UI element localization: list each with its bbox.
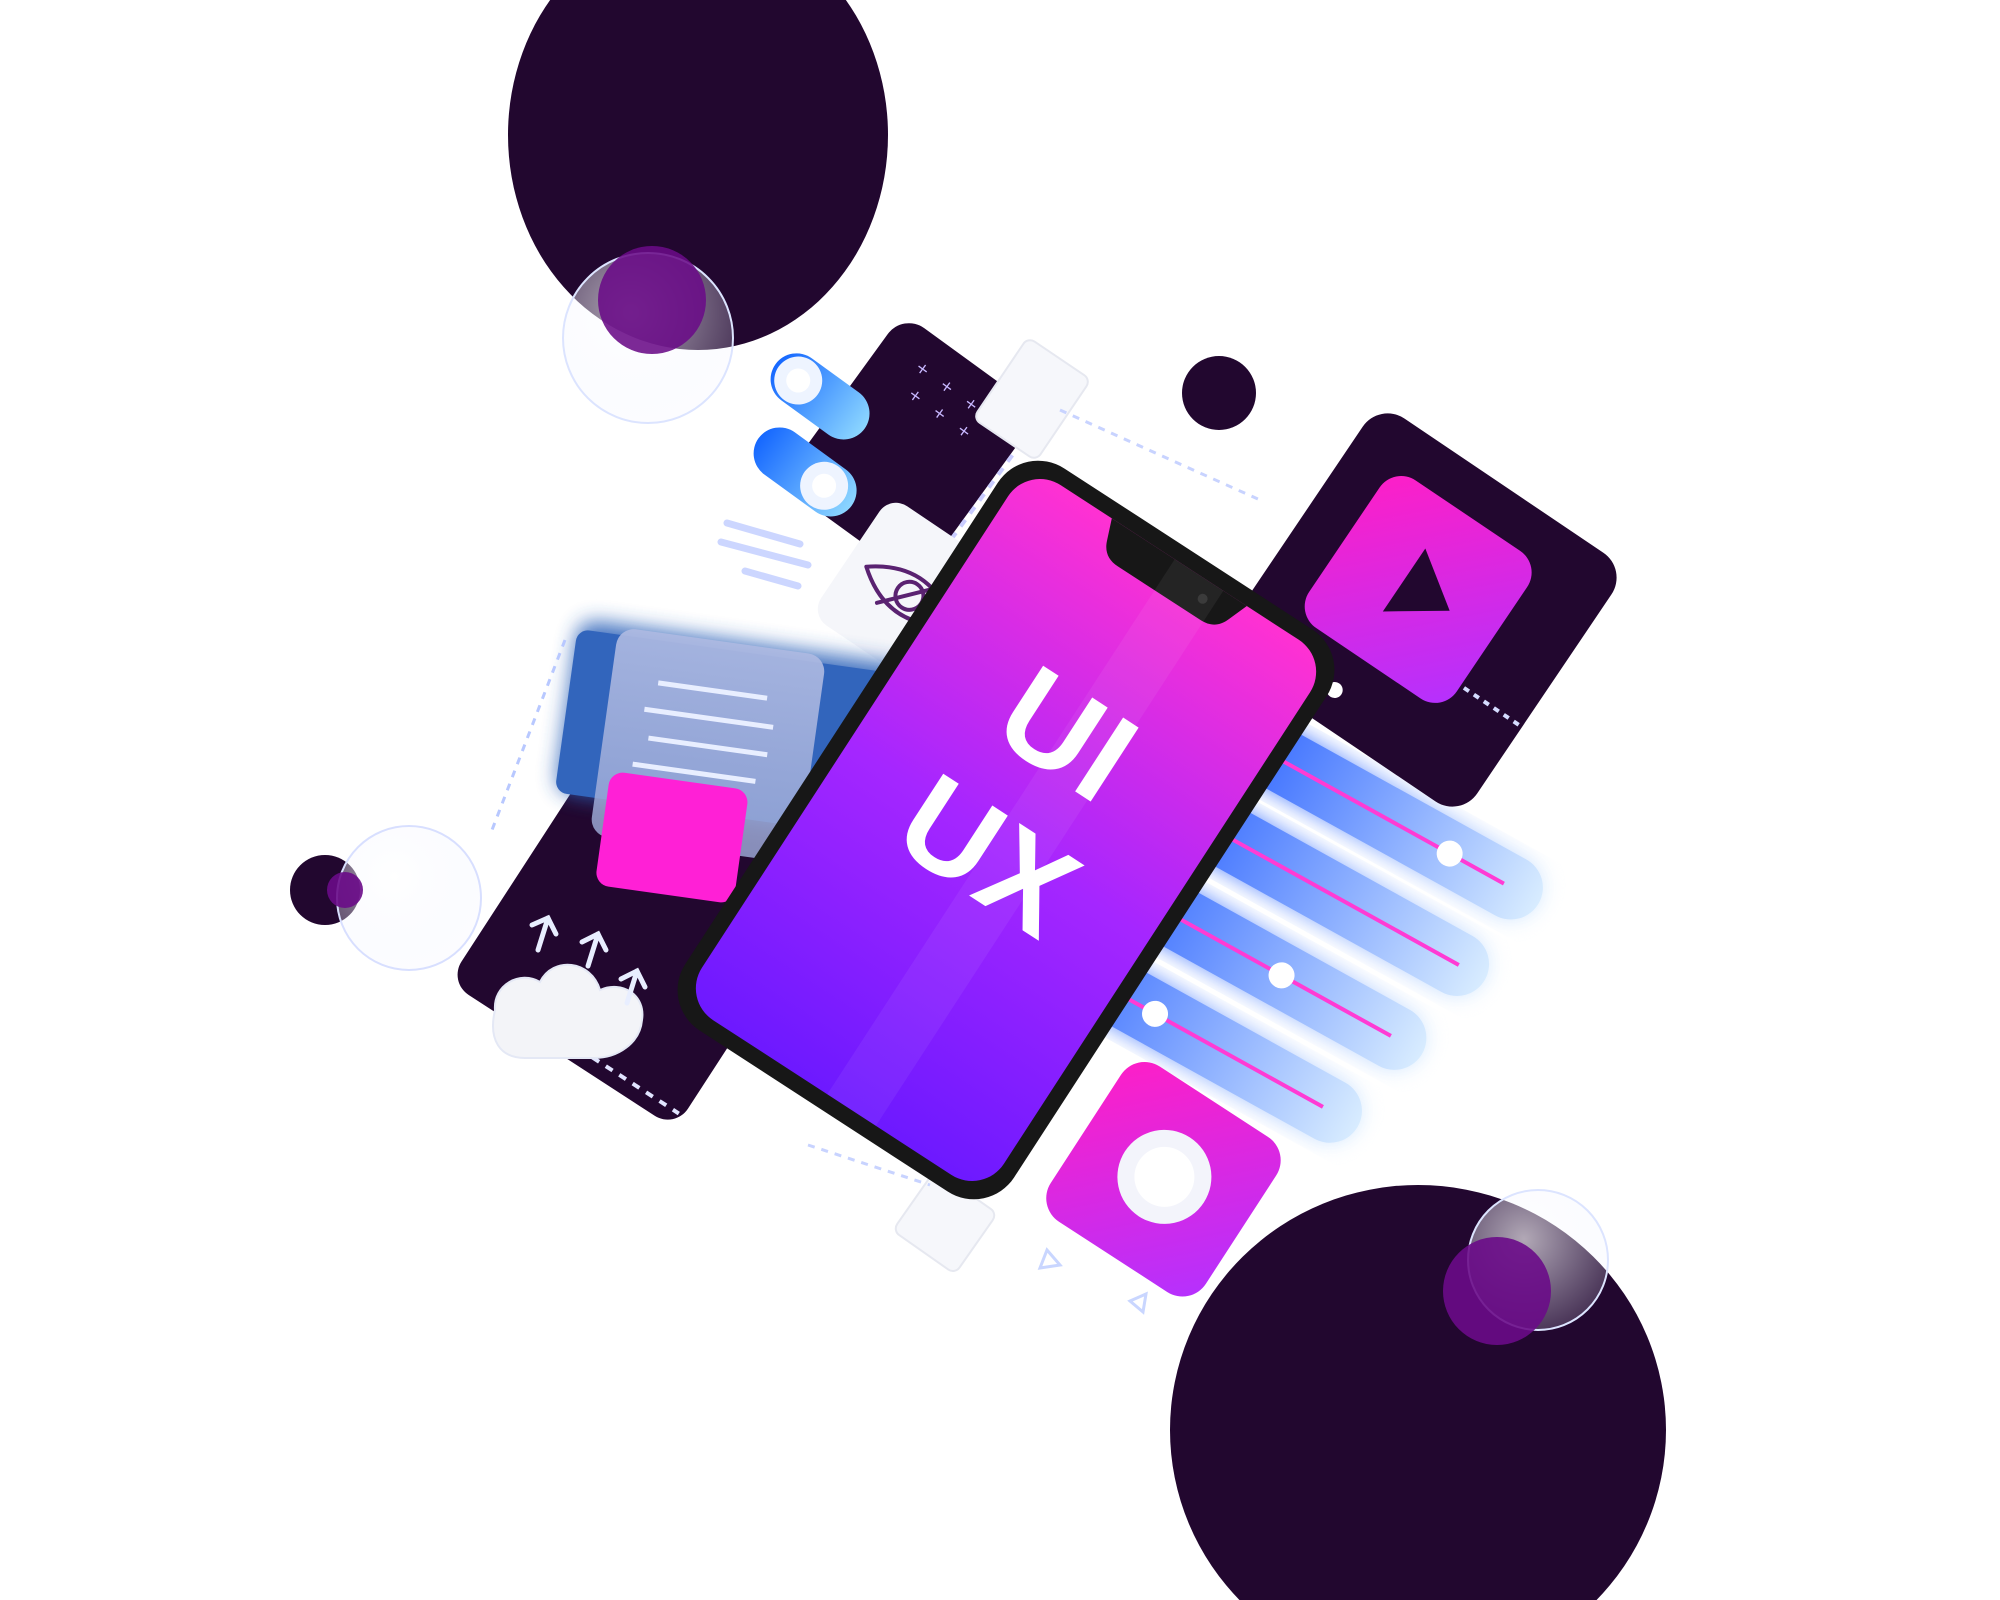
- triangle-icon: [1037, 1247, 1063, 1270]
- pink-document-block: [596, 772, 748, 903]
- left-purple-overlap-circle: [327, 872, 363, 908]
- small-top-right-dark-circle: [1182, 356, 1256, 430]
- top-purple-overlap-circle: [598, 246, 706, 354]
- dashed-connector-left: [490, 639, 567, 831]
- decorative-lines-left: [717, 519, 812, 590]
- triangle-icon: [1127, 1291, 1148, 1315]
- bottom-purple-overlap-circle: [1443, 1237, 1551, 1345]
- uiux-illustration: + + + + + + +: [290, 0, 1666, 1600]
